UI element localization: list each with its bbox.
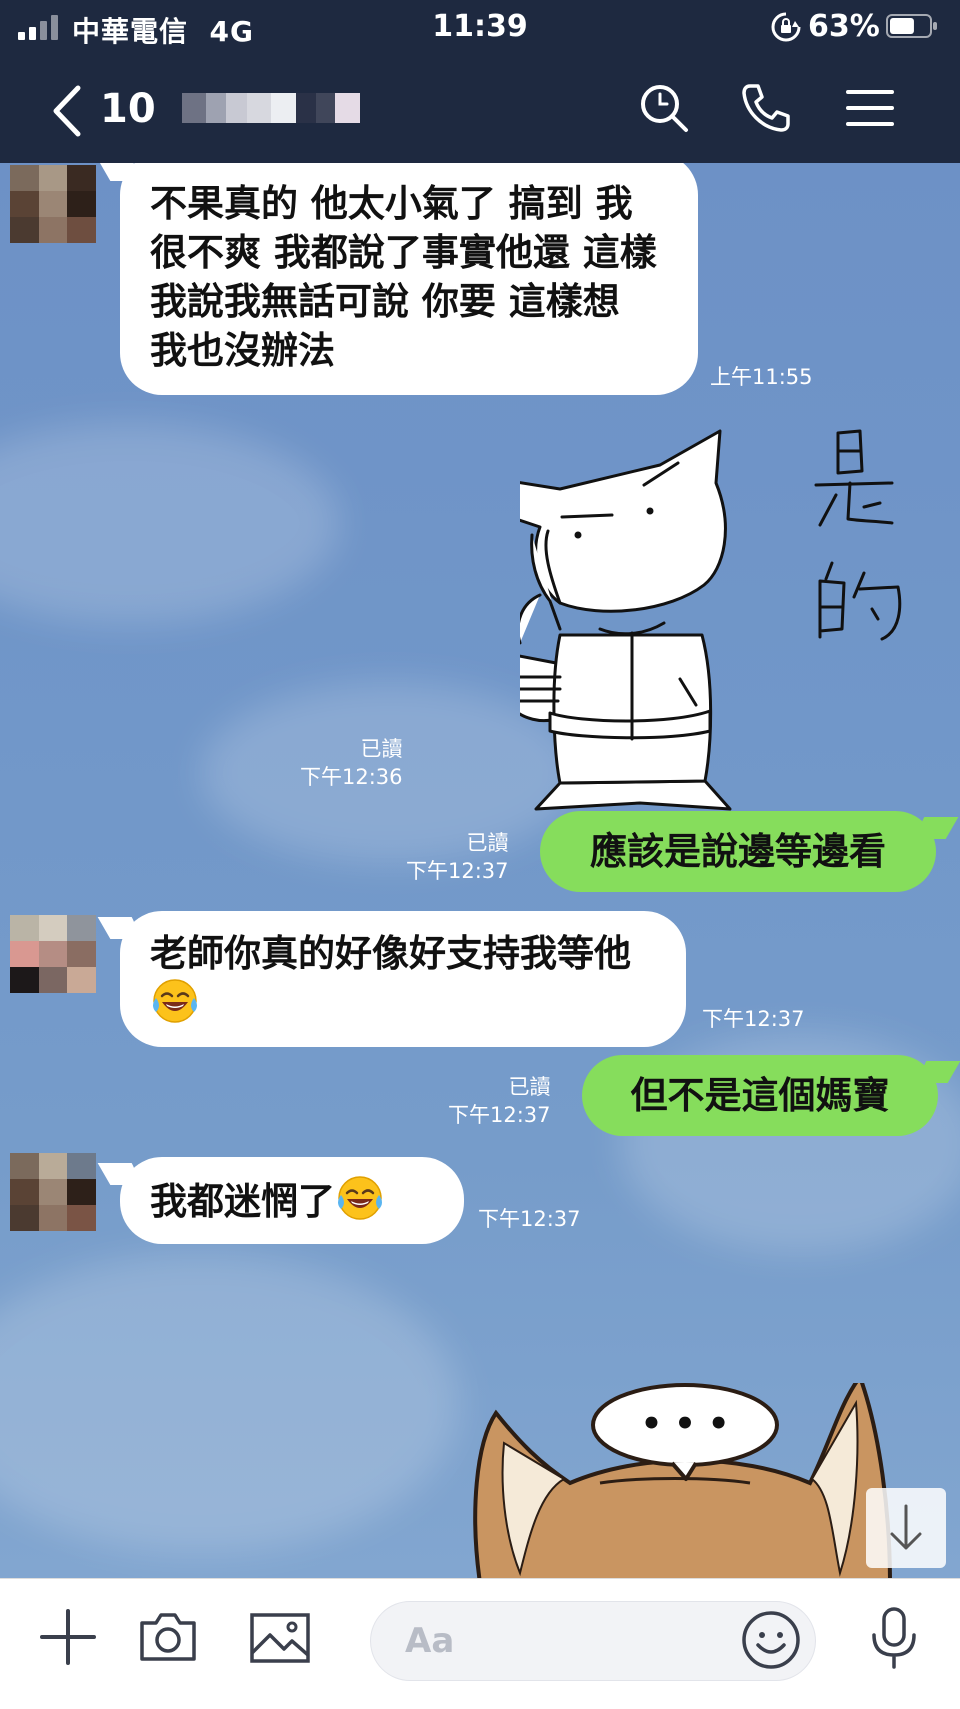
plus-icon[interactable] (36, 1605, 100, 1669)
sticker-raccoon[interactable] (520, 423, 940, 823)
chat-area[interactable]: 不果真的 他太小氣了 搞到 我很不爽 我都說了事實他還 這樣 我說我無話可說 你… (0, 163, 960, 1578)
face-with-tears-of-joy-icon (153, 979, 197, 1023)
message-time: 下午12:37 (478, 1207, 581, 1231)
top-bar: 中華電信 4G 11:39 63% 10 (0, 0, 960, 163)
input-bar: Aa (0, 1578, 960, 1709)
read-label: 已讀 (466, 831, 509, 855)
message-bubble-outgoing[interactable]: 應該是說邊等邊看 (540, 811, 936, 892)
message-bubble-incoming[interactable]: 不果真的 他太小氣了 搞到 我很不爽 我都說了事實他還 這樣 我說我無話可說 你… (120, 163, 698, 395)
battery-icon (886, 14, 937, 38)
avatar[interactable] (10, 1153, 96, 1231)
battery-percent: 63% (808, 9, 880, 44)
chat-name-redacted (182, 93, 360, 123)
sticker-cat-typing[interactable]: • • • (460, 1383, 920, 1578)
smile-icon[interactable] (740, 1609, 802, 1671)
message-time: 下午12:36 (300, 765, 403, 789)
message-bubble-incoming[interactable]: 我都迷惘了 (120, 1157, 464, 1244)
arrow-down-icon (890, 1504, 922, 1550)
back-count[interactable]: 10 (100, 86, 156, 132)
chat-header: 10 (0, 52, 960, 163)
read-label: 已讀 (508, 1075, 551, 1099)
message-bubble-incoming[interactable]: 老師你真的好像好支持我等他 (120, 911, 686, 1047)
read-label: 已讀 (360, 737, 403, 761)
avatar[interactable] (10, 165, 96, 243)
search-icon[interactable] (636, 80, 692, 136)
microphone-icon[interactable] (862, 1605, 926, 1669)
back-chevron-icon[interactable] (50, 84, 84, 138)
message-read-status: 已讀 下午12:36 (300, 735, 403, 791)
message-time: 下午12:37 (702, 1007, 805, 1031)
image-icon[interactable] (248, 1605, 312, 1669)
message-read-status: 已讀 下午12:37 (406, 829, 509, 885)
message-text: 我都迷惘了 (150, 1180, 335, 1223)
rotation-lock-icon (771, 12, 801, 42)
phone-icon[interactable] (738, 80, 794, 136)
message-time: 上午11:55 (710, 365, 813, 389)
avatar[interactable] (10, 915, 96, 993)
background-cloud (0, 1253, 460, 1553)
camera-icon[interactable] (136, 1605, 200, 1669)
background-cloud (0, 423, 340, 623)
message-text: 老師你真的好像好支持我等他 (150, 932, 631, 975)
message-time: 下午12:37 (406, 859, 509, 883)
message-bubble-outgoing[interactable]: 但不是這個媽寶 (582, 1055, 938, 1136)
hamburger-menu-icon[interactable] (842, 80, 898, 136)
scroll-to-bottom-button[interactable] (866, 1488, 946, 1568)
face-with-tears-of-joy-icon (338, 1176, 382, 1220)
message-read-status: 已讀 下午12:37 (448, 1073, 551, 1129)
sticker-caption: • • • (641, 1404, 730, 1444)
status-bar: 中華電信 4G 11:39 63% (0, 0, 960, 52)
message-time: 下午12:37 (448, 1103, 551, 1127)
